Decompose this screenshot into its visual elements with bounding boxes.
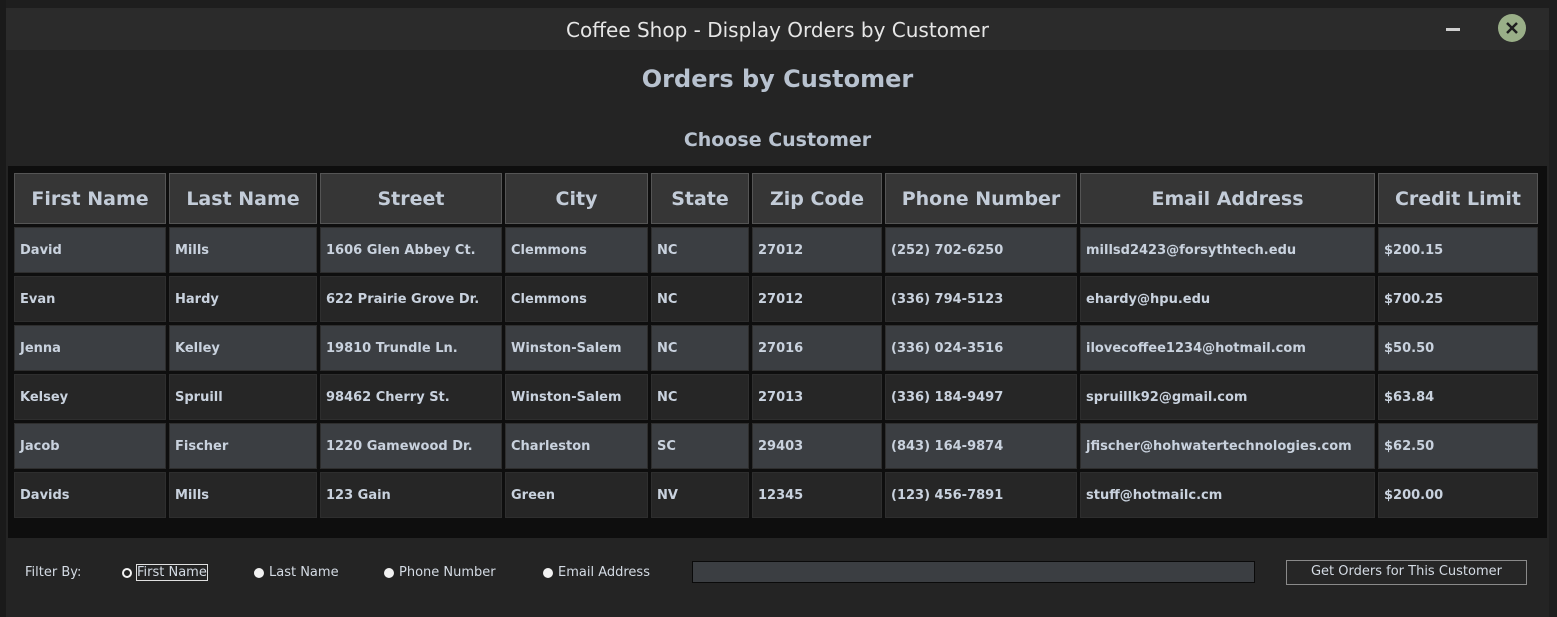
radio-last-name[interactable]: Last Name (254, 565, 339, 580)
minimize-icon[interactable] (1446, 18, 1460, 38)
app-window: Coffee Shop - Display Orders by Customer… (6, 8, 1549, 617)
radio-first-name[interactable]: First Name (122, 564, 208, 581)
table-row[interactable]: Jenna Kelley 19810 Trundle Ln. Winston-S… (14, 325, 1538, 371)
table-cell[interactable]: (843) 164-9874 (885, 423, 1077, 469)
table-cell[interactable]: Kelsey (14, 374, 166, 420)
radio-selected-icon[interactable] (122, 567, 132, 578)
search-input[interactable] (692, 561, 1255, 583)
table-cell[interactable]: Davids (14, 472, 166, 518)
table-cell[interactable]: 123 Gain (320, 472, 502, 518)
table-cell[interactable]: Winston-Salem (505, 374, 648, 420)
table-row[interactable]: Jacob Fischer 1220 Gamewood Dr. Charlest… (14, 423, 1538, 469)
radio-phone-number[interactable]: Phone Number (384, 565, 496, 580)
radio-unselected-icon[interactable] (543, 567, 553, 578)
table-cell[interactable]: spruillk92@gmail.com (1080, 374, 1375, 420)
filter-by-label: Filter By: (25, 565, 82, 580)
table-cell[interactable]: 27016 (752, 325, 882, 371)
column-header-street[interactable]: Street (320, 173, 502, 224)
table-cell[interactable]: NV (651, 472, 749, 518)
column-header-zip-code[interactable]: Zip Code (752, 173, 882, 224)
table-cell[interactable]: Spruill (169, 374, 317, 420)
column-header-state[interactable]: State (651, 173, 749, 224)
customer-table-container[interactable]: First Name Last Name Street City State Z… (8, 166, 1547, 538)
table-cell[interactable]: ilovecoffee1234@hotmail.com (1080, 325, 1375, 371)
radio-label-phone-number: Phone Number (399, 565, 496, 580)
get-orders-button[interactable]: Get Orders for This Customer (1286, 560, 1527, 585)
table-cell[interactable]: Mills (169, 227, 317, 273)
table-row[interactable]: Kelsey Spruill 98462 Cherry St. Winston-… (14, 374, 1538, 420)
table-cell[interactable]: 98462 Cherry St. (320, 374, 502, 420)
customer-table: First Name Last Name Street City State Z… (11, 170, 1541, 521)
table-cell[interactable]: $62.50 (1378, 423, 1538, 469)
column-header-first-name[interactable]: First Name (14, 173, 166, 224)
column-header-credit-limit[interactable]: Credit Limit (1378, 173, 1538, 224)
table-cell[interactable]: stuff@hotmailc.cm (1080, 472, 1375, 518)
table-cell[interactable]: Charleston (505, 423, 648, 469)
table-row[interactable]: Evan Hardy 622 Prairie Grove Dr. Clemmon… (14, 276, 1538, 322)
radio-email-address[interactable]: Email Address (543, 565, 650, 580)
table-cell[interactable]: Mills (169, 472, 317, 518)
table-cell[interactable]: Winston-Salem (505, 325, 648, 371)
table-cell[interactable]: Green (505, 472, 648, 518)
table-cell[interactable]: 1220 Gamewood Dr. (320, 423, 502, 469)
table-cell[interactable]: David (14, 227, 166, 273)
table-cell[interactable]: jfischer@hohwatertechnologies.com (1080, 423, 1375, 469)
filter-bar: Filter By: First Name Last Name Phone Nu… (6, 543, 1549, 617)
table-cell[interactable]: (252) 702-6250 (885, 227, 1077, 273)
table-cell[interactable]: 12345 (752, 472, 882, 518)
table-cell[interactable]: Clemmons (505, 227, 648, 273)
table-cell[interactable]: NC (651, 227, 749, 273)
table-cell[interactable]: NC (651, 325, 749, 371)
table-cell[interactable]: 19810 Trundle Ln. (320, 325, 502, 371)
column-header-email-address[interactable]: Email Address (1080, 173, 1375, 224)
close-icon[interactable] (1498, 14, 1526, 42)
table-cell[interactable]: (123) 456-7891 (885, 472, 1077, 518)
table-cell[interactable]: Kelley (169, 325, 317, 371)
table-cell[interactable]: $700.25 (1378, 276, 1538, 322)
title-bar: Coffee Shop - Display Orders by Customer (6, 8, 1549, 50)
table-row[interactable]: Davids Mills 123 Gain Green NV 12345 (12… (14, 472, 1538, 518)
table-cell[interactable]: Hardy (169, 276, 317, 322)
table-cell[interactable]: 27013 (752, 374, 882, 420)
table-cell[interactable]: Fischer (169, 423, 317, 469)
table-cell[interactable]: (336) 184-9497 (885, 374, 1077, 420)
table-cell[interactable]: (336) 024-3516 (885, 325, 1077, 371)
table-header-row: First Name Last Name Street City State Z… (14, 173, 1538, 224)
table-cell[interactable]: SC (651, 423, 749, 469)
table-cell[interactable]: $63.84 (1378, 374, 1538, 420)
table-cell[interactable]: Evan (14, 276, 166, 322)
section-subtitle: Choose Customer (683, 129, 872, 151)
table-cell[interactable]: 622 Prairie Grove Dr. (320, 276, 502, 322)
table-cell[interactable]: $200.15 (1378, 227, 1538, 273)
table-cell[interactable]: 27012 (752, 227, 882, 273)
table-cell[interactable]: $50.50 (1378, 325, 1538, 371)
radio-unselected-icon[interactable] (384, 567, 394, 578)
table-cell[interactable]: NC (651, 374, 749, 420)
radio-label-first-name: First Name (136, 564, 208, 581)
column-header-city[interactable]: City (505, 173, 648, 224)
table-cell[interactable]: millsd2423@forsythtech.edu (1080, 227, 1375, 273)
radio-label-last-name: Last Name (269, 565, 339, 580)
column-header-last-name[interactable]: Last Name (169, 173, 317, 224)
column-header-phone-number[interactable]: Phone Number (885, 173, 1077, 224)
radio-label-email-address: Email Address (558, 565, 650, 580)
table-cell[interactable]: Clemmons (505, 276, 648, 322)
radio-unselected-icon[interactable] (254, 567, 264, 578)
table-cell[interactable]: Jacob (14, 423, 166, 469)
table-cell[interactable]: (336) 794-5123 (885, 276, 1077, 322)
table-cell[interactable]: Jenna (14, 325, 166, 371)
table-cell[interactable]: NC (651, 276, 749, 322)
table-cell[interactable]: 27012 (752, 276, 882, 322)
table-row[interactable]: David Mills 1606 Glen Abbey Ct. Clemmons… (14, 227, 1538, 273)
page-title: Orders by Customer (641, 65, 914, 93)
table-cell[interactable]: ehardy@hpu.edu (1080, 276, 1375, 322)
window-title: Coffee Shop - Display Orders by Customer (566, 18, 989, 42)
table-cell[interactable]: $200.00 (1378, 472, 1538, 518)
table-cell[interactable]: 29403 (752, 423, 882, 469)
table-cell[interactable]: 1606 Glen Abbey Ct. (320, 227, 502, 273)
